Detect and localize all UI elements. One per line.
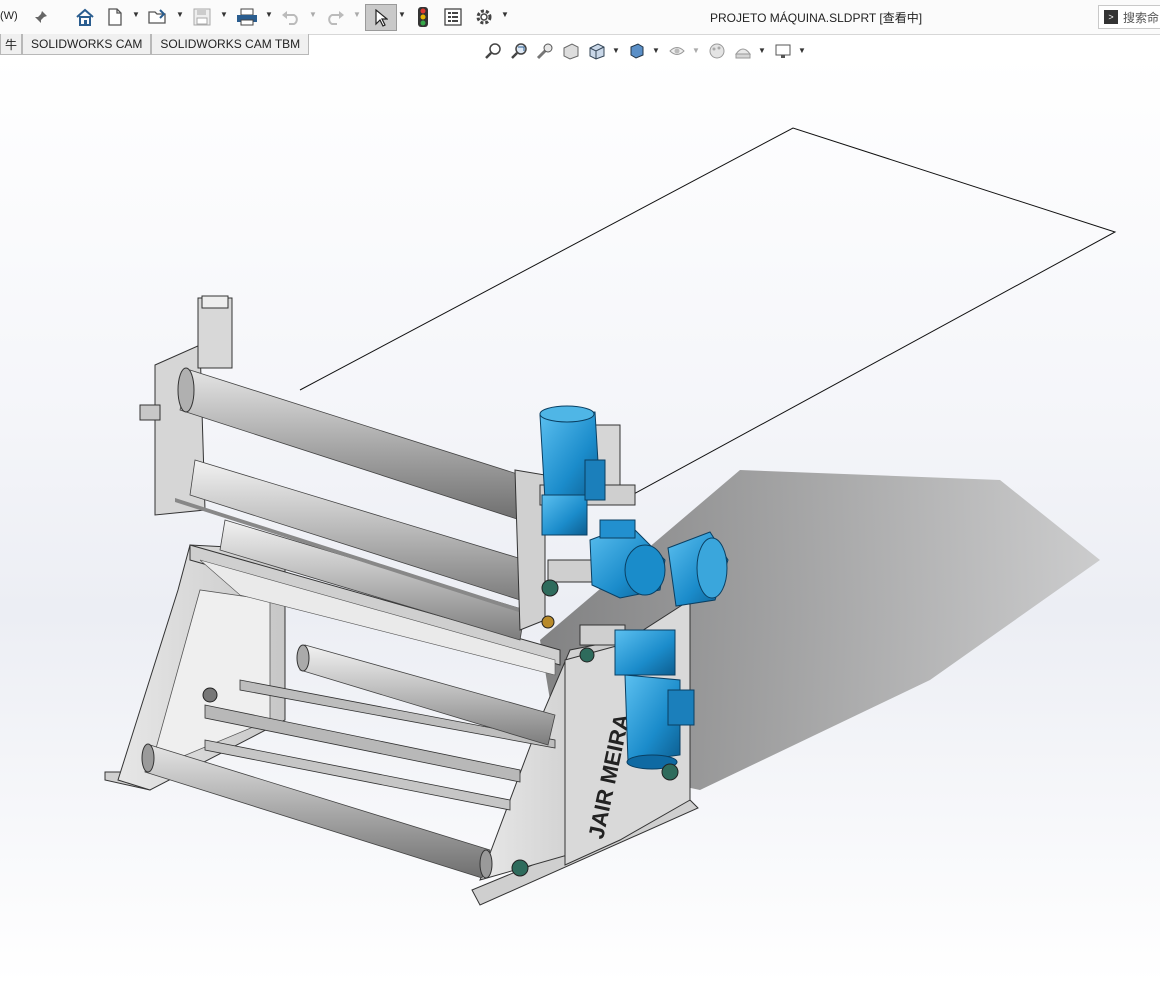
open-folder-icon[interactable] — [146, 4, 170, 29]
edit-appearance-icon[interactable] — [706, 40, 728, 62]
section-view-icon[interactable] — [560, 40, 582, 62]
graphics-area[interactable]: JAIR MEIRA ▼ ▼ ▼ ▼ ▼ — [0, 43, 1160, 983]
search-placeholder: 搜索命 — [1123, 10, 1160, 25]
file-properties-icon[interactable] — [441, 4, 465, 29]
tab-partial[interactable]: 牛 — [0, 34, 23, 55]
view-settings-icon[interactable] — [772, 40, 794, 62]
print-dropdown-chevron-icon[interactable]: ▼ — [265, 10, 273, 19]
previous-view-icon[interactable] — [534, 40, 556, 62]
select-cursor-icon[interactable] — [365, 4, 397, 31]
display-style-icon[interactable] — [626, 40, 648, 62]
select-dropdown-chevron-icon[interactable]: ▼ — [398, 10, 406, 19]
view-settings-chevron-icon[interactable]: ▼ — [798, 46, 806, 55]
save-icon[interactable] — [191, 4, 213, 29]
document-title: PROJETO MÁQUINA.SLDPRT [查看中] — [710, 11, 923, 25]
undo-icon[interactable] — [279, 4, 303, 29]
hide-show-chevron-icon[interactable]: ▼ — [692, 46, 700, 55]
rebuild-traffic-light-icon[interactable] — [413, 4, 433, 29]
display-style-chevron-icon[interactable]: ▼ — [652, 46, 660, 55]
options-gear-icon[interactable] — [472, 4, 496, 29]
zoom-to-area-icon[interactable] — [508, 40, 530, 62]
new-document-icon[interactable] — [104, 4, 126, 29]
undo-dropdown-chevron-icon[interactable]: ▼ — [309, 10, 317, 19]
apply-scene-icon[interactable] — [732, 40, 754, 62]
open-dropdown-chevron-icon[interactable]: ▼ — [176, 10, 184, 19]
redo-icon[interactable] — [323, 4, 347, 29]
zoom-to-fit-icon[interactable] — [482, 40, 504, 62]
redo-dropdown-chevron-icon[interactable]: ▼ — [353, 10, 361, 19]
command-manager-tabs: 牛 SOLIDWORKS CAM SOLIDWORKS CAM TBM — [0, 34, 310, 56]
tab-solidworks-cam-tbm[interactable]: SOLIDWORKS CAM TBM — [151, 34, 310, 55]
command-search-box[interactable]: > 搜索命 — [1098, 5, 1160, 29]
home-icon[interactable] — [72, 4, 98, 29]
new-dropdown-chevron-icon[interactable]: ▼ — [132, 10, 140, 19]
model-view[interactable]: JAIR MEIRA — [0, 56, 1160, 983]
apply-scene-chevron-icon[interactable]: ▼ — [758, 46, 766, 55]
window-menu-fragment[interactable]: (W) — [0, 10, 18, 22]
view-orientation-icon[interactable] — [586, 40, 608, 62]
title-bar: (W) ▼ ▼ ▼ ▼ ▼ ▼ ▼ ▼ PROJETO MÁQUINA.SLDP… — [0, 0, 1160, 35]
print-icon[interactable] — [234, 4, 260, 29]
view-orientation-chevron-icon[interactable]: ▼ — [612, 46, 620, 55]
command-prompt-icon: > — [1104, 10, 1118, 24]
sheet-plane — [299, 127, 1117, 497]
tab-solidworks-cam[interactable]: SOLIDWORKS CAM — [22, 34, 152, 55]
hide-show-items-icon[interactable] — [666, 40, 688, 62]
options-dropdown-chevron-icon[interactable]: ▼ — [501, 10, 509, 19]
pin-icon[interactable] — [30, 4, 52, 29]
save-dropdown-chevron-icon[interactable]: ▼ — [220, 10, 228, 19]
